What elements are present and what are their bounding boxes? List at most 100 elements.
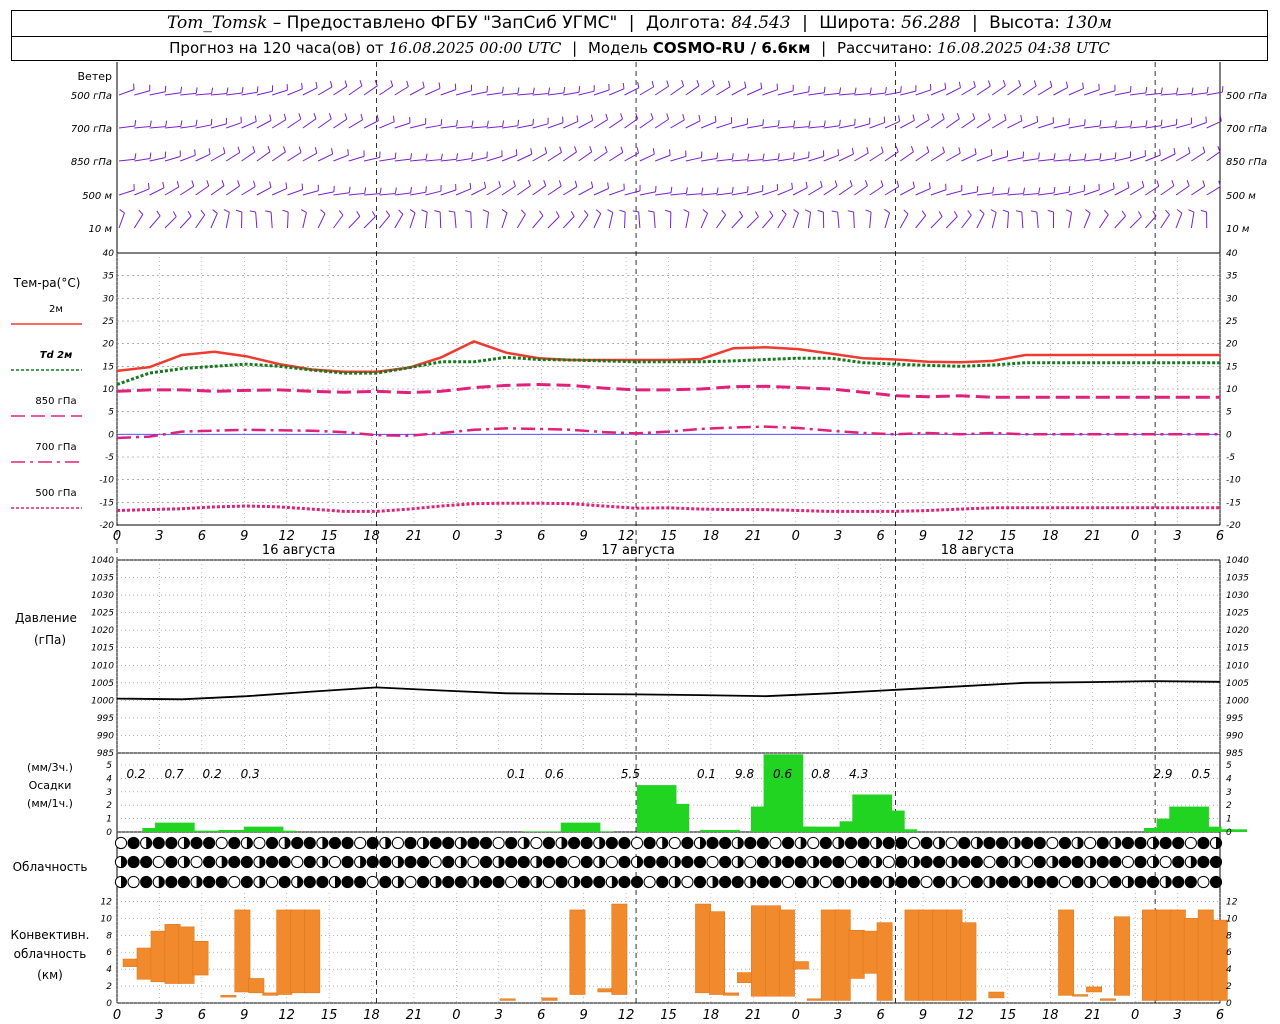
wind-barb	[363, 85, 378, 96]
time-tick-label-bottom: 6	[876, 1008, 884, 1023]
wind-barb	[1053, 191, 1070, 196]
wind-barb	[1160, 153, 1176, 162]
cloud-cover-half	[1052, 856, 1058, 868]
cloud-cover-half	[1216, 837, 1222, 849]
wind-barb-feather	[576, 115, 579, 122]
cloud-cover-half	[460, 837, 467, 849]
cloud-cover-symbol	[1172, 836, 1185, 850]
wind-barb-feather	[520, 209, 526, 215]
precip-sum-label: 5.5	[621, 767, 640, 781]
wind-barb	[930, 152, 945, 162]
wind-barb	[747, 124, 763, 129]
wind-barb-feather	[269, 181, 272, 188]
wind-barb	[946, 152, 961, 162]
wind-barb	[1068, 190, 1085, 196]
wind-barb-feather	[195, 87, 198, 94]
wind-barb-feather	[590, 181, 594, 188]
cloud-cover-symbol	[341, 855, 354, 869]
cloud-cover-half	[851, 876, 857, 888]
wind-barb	[1114, 91, 1131, 96]
wind-barb-feather	[1084, 153, 1087, 160]
cloud-cover-symbol	[706, 836, 719, 850]
cloud-cover-symbol	[127, 875, 140, 889]
wind-barb-feather	[777, 120, 780, 127]
cloud-cover-symbol	[1172, 855, 1185, 869]
wind-barb-feather	[331, 148, 334, 155]
wind-barb-feather	[482, 209, 489, 213]
wind-barb-feather	[958, 147, 961, 154]
cloud-cover-symbol	[303, 836, 316, 850]
wind-barb	[792, 91, 809, 96]
pressure-tick-left: 985	[97, 749, 114, 759]
wind-barb-feather	[864, 180, 868, 187]
temp-tick-label-left: -15	[99, 498, 114, 508]
wind-barb	[225, 152, 241, 162]
wind-barb-feather	[283, 113, 287, 120]
wind-barb-feather	[539, 210, 544, 217]
wind-barb-feather	[300, 209, 307, 213]
wind-barb	[563, 121, 579, 129]
wind-barb	[1007, 193, 1024, 196]
wind-barb	[134, 158, 151, 162]
temp-tick-label-left: 5	[108, 408, 114, 418]
pressure-tick-left: 1015	[91, 644, 114, 654]
cloud-cover-symbol	[265, 855, 279, 869]
wind-barb-feather	[731, 153, 734, 160]
wind-barb	[302, 190, 319, 196]
cloud-cover-half	[385, 837, 391, 849]
wind-barb-feather	[235, 209, 242, 213]
wind-barb	[869, 92, 886, 96]
wind-barb-feather	[119, 209, 125, 214]
wind-barb	[808, 155, 824, 162]
cloud-cover-symbol	[416, 855, 430, 869]
temp-tick-label-left: 30	[103, 294, 115, 304]
wind-barb-feather	[851, 148, 854, 155]
wind-barb	[302, 212, 307, 229]
cloud-cover-symbol	[429, 855, 442, 869]
wind-barb	[379, 85, 393, 96]
cloud-cover-half	[536, 856, 542, 868]
cloud-cover-half	[976, 837, 983, 849]
time-tick-label: 21	[406, 529, 423, 544]
cloud-cover-symbol	[819, 836, 832, 850]
cloud-cover-symbol	[467, 836, 480, 850]
temp-tick-label-left: 35	[103, 272, 115, 282]
cloud-cover-symbol	[127, 836, 140, 850]
cloud-cover-symbol	[958, 836, 971, 850]
wind-barb	[823, 92, 840, 96]
wind-barb-feather	[804, 209, 811, 213]
cloud-cover-symbol	[341, 836, 354, 850]
cloud-cover-symbol	[1172, 875, 1185, 889]
wind-barb-feather	[620, 146, 624, 153]
wind-barb	[317, 153, 333, 162]
temp-tick-label-right: -15	[1226, 498, 1241, 508]
wind-barb-feather	[1084, 119, 1086, 126]
wind-barb	[654, 85, 669, 96]
wind-barb	[501, 92, 518, 96]
wind-barb-feather	[421, 209, 428, 213]
wind-barb	[195, 93, 212, 96]
wind-barb-feather	[501, 209, 508, 214]
cloud-cover-symbol	[467, 855, 480, 869]
wind-barb-feather	[162, 181, 165, 188]
cloud-cover-symbol	[391, 836, 404, 850]
cloud-cover-symbol	[1197, 855, 1210, 869]
wind-barb-feather	[1007, 187, 1010, 194]
cloud-cover-symbol	[807, 836, 820, 850]
cloud-cover-symbol	[379, 855, 392, 869]
wind-level-label-right: 500 м	[1226, 191, 1256, 202]
wind-barb-feather	[839, 87, 842, 94]
wind-barb	[701, 158, 718, 162]
wind-barb-feather	[1085, 209, 1091, 214]
wind-barb	[562, 151, 577, 162]
wind-barb	[1175, 92, 1193, 96]
cloud-cover-symbol	[253, 836, 266, 850]
wind-barb-feather	[944, 82, 947, 89]
wind-barb-feather	[1104, 209, 1109, 216]
wind-barb-feather	[1165, 209, 1170, 215]
wind-barb-feather	[1186, 180, 1190, 187]
wind-barb	[853, 211, 855, 229]
cloud-cover-symbol	[983, 836, 996, 850]
cloud-cover-symbol	[794, 875, 807, 889]
wind-barb	[226, 92, 243, 96]
